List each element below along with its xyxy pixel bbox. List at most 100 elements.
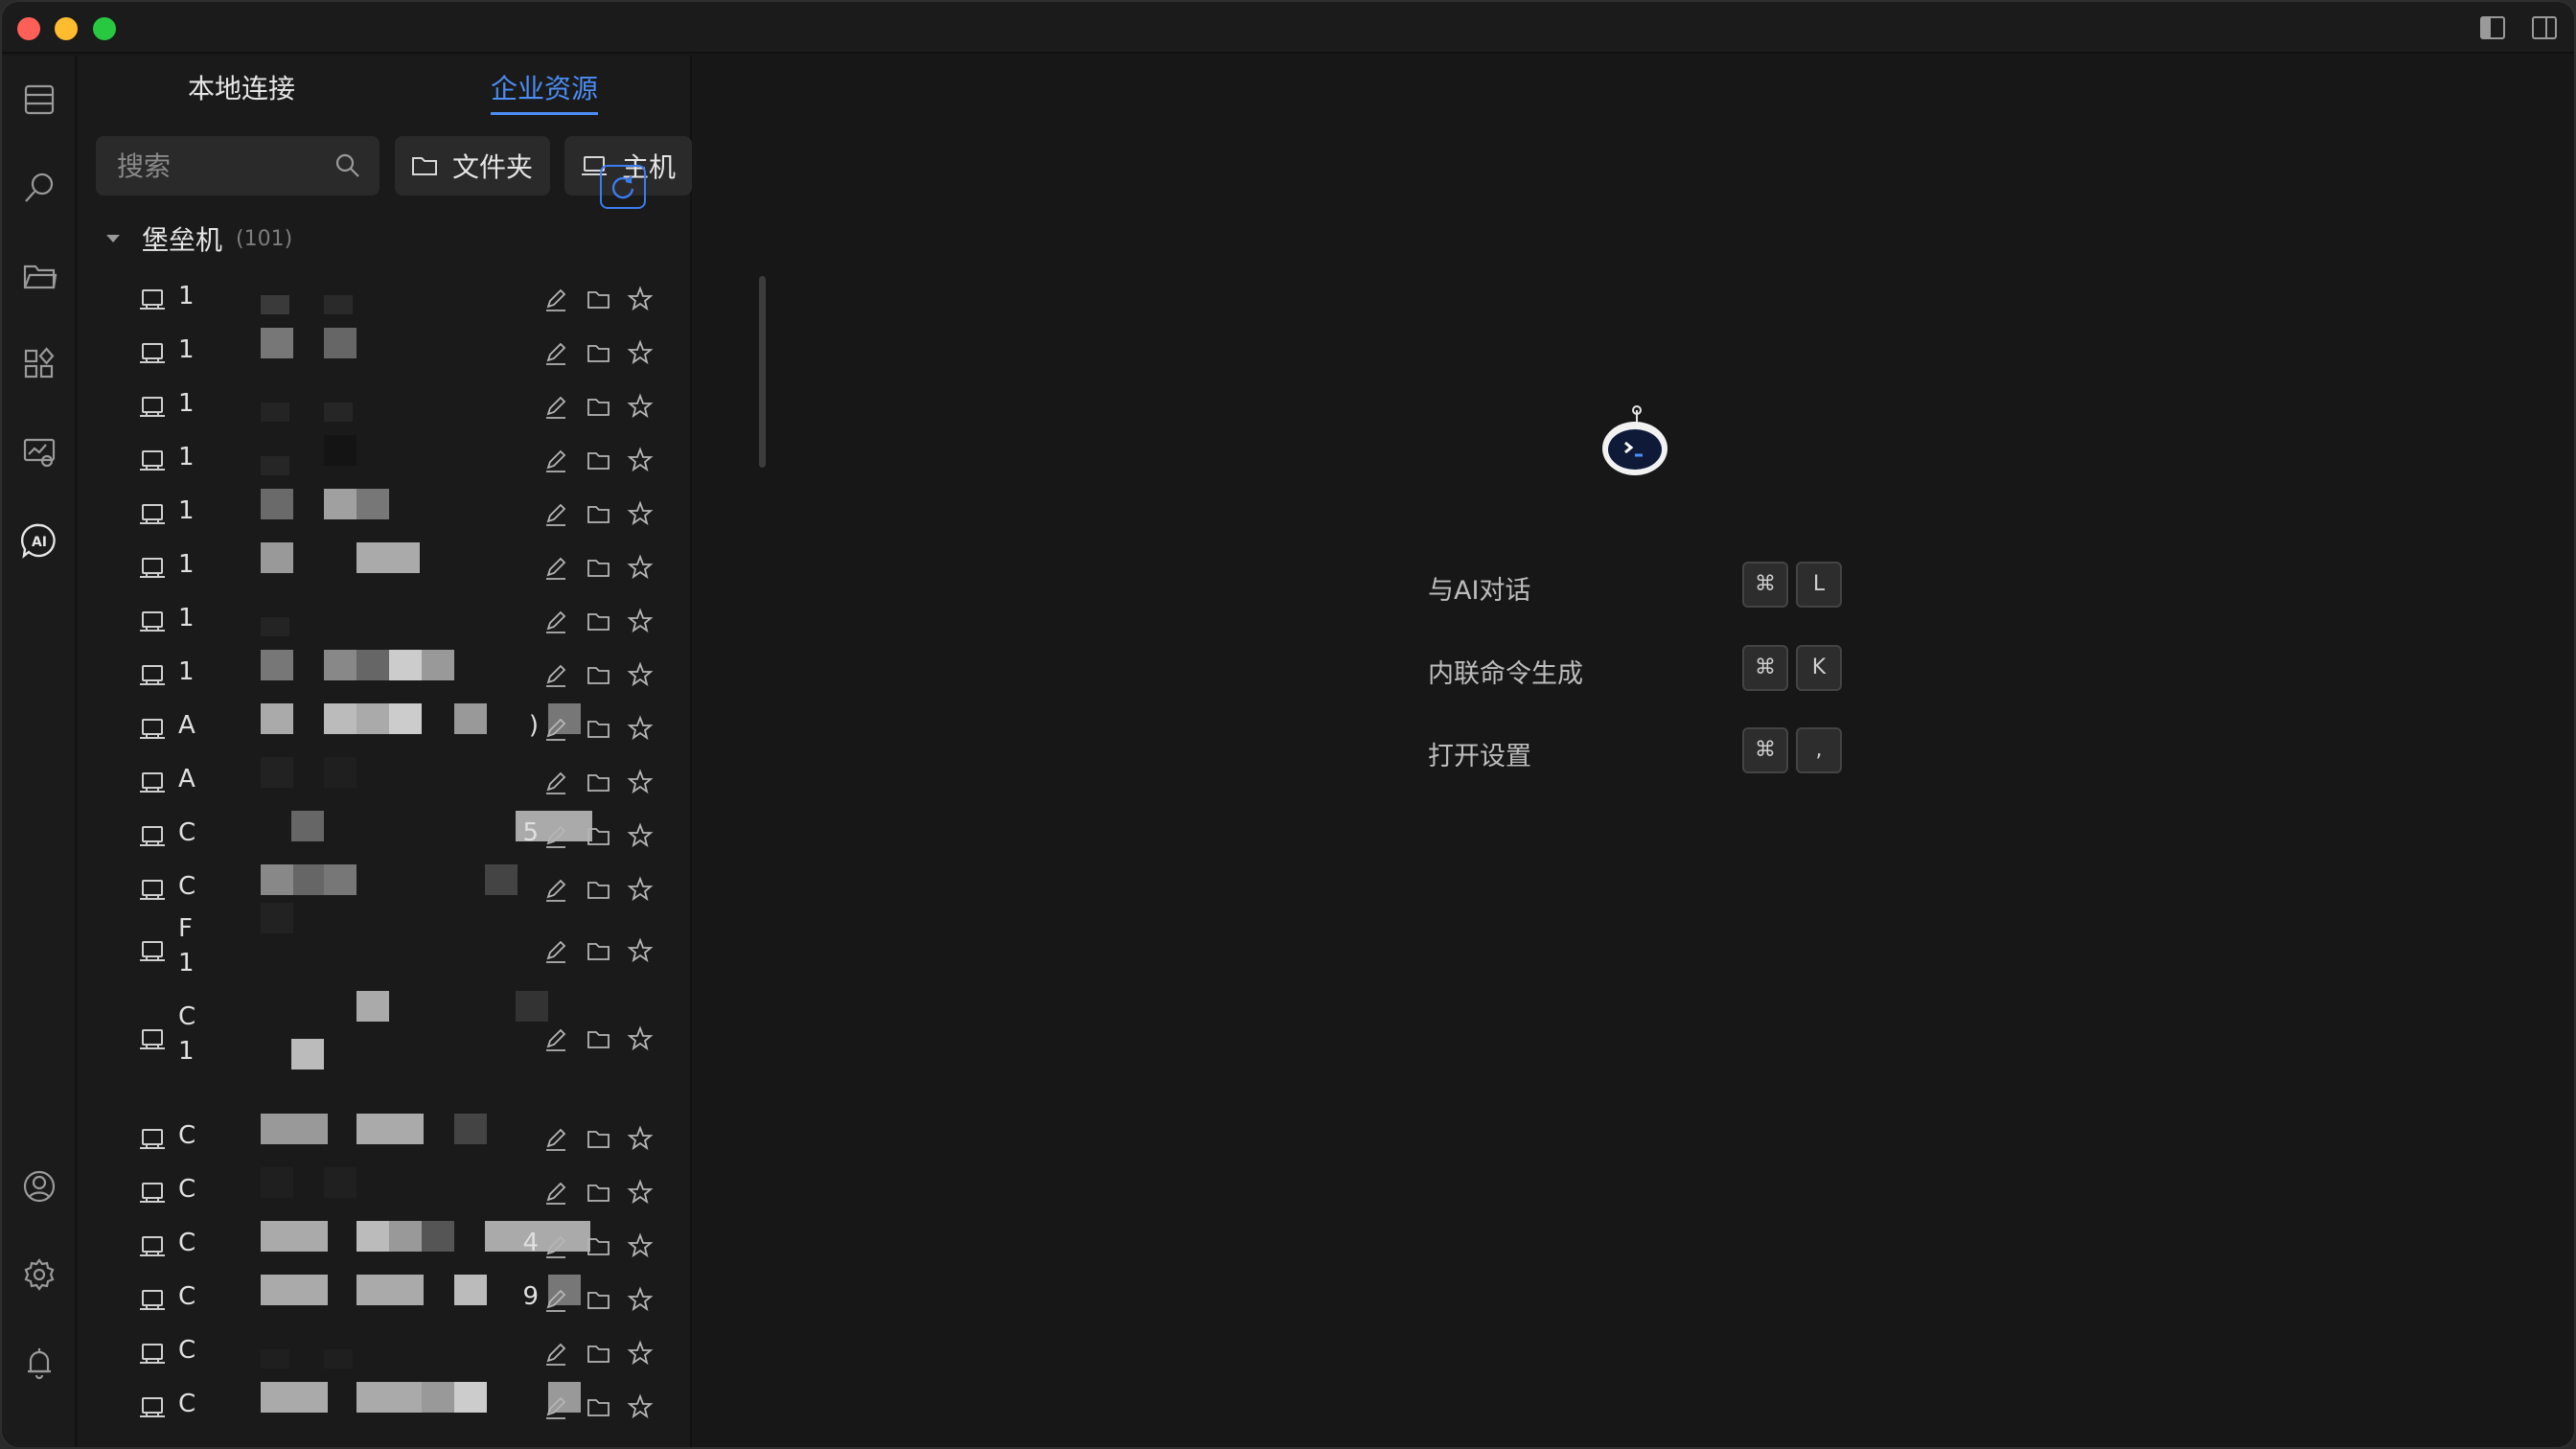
redaction-block bbox=[261, 1349, 289, 1368]
shortcut-label: 与AI对话 bbox=[1428, 576, 1531, 606]
favorite-star-icon[interactable] bbox=[627, 554, 654, 581]
edit-icon[interactable] bbox=[542, 339, 569, 366]
monitor-icon[interactable] bbox=[20, 433, 58, 472]
redaction-block bbox=[485, 864, 518, 895]
sidebar-left-icon[interactable] bbox=[2478, 13, 2507, 42]
favorite-star-icon[interactable] bbox=[627, 769, 654, 795]
edit-icon[interactable] bbox=[542, 286, 569, 312]
favorite-star-icon[interactable] bbox=[627, 876, 654, 903]
favorite-star-icon[interactable] bbox=[627, 1025, 654, 1052]
host-row[interactable]: C9 bbox=[79, 1275, 692, 1319]
move-to-folder-icon[interactable] bbox=[585, 447, 611, 473]
edit-icon[interactable] bbox=[542, 937, 569, 964]
edit-icon[interactable] bbox=[542, 715, 569, 742]
edit-icon[interactable] bbox=[542, 1286, 569, 1313]
apps-icon[interactable] bbox=[20, 345, 58, 383]
favorite-star-icon[interactable] bbox=[627, 1286, 654, 1313]
favorite-star-icon[interactable] bbox=[627, 447, 654, 473]
host-row[interactable]: C5 bbox=[79, 811, 692, 855]
shortcut-key: K bbox=[1796, 645, 1842, 691]
edit-icon[interactable] bbox=[542, 447, 569, 473]
host-row[interactable]: C bbox=[79, 1382, 692, 1426]
favorite-star-icon[interactable] bbox=[627, 608, 654, 634]
move-to-folder-icon[interactable] bbox=[585, 1340, 611, 1367]
move-to-folder-icon[interactable] bbox=[585, 286, 611, 312]
favorite-star-icon[interactable] bbox=[627, 937, 654, 964]
user-icon[interactable] bbox=[20, 1167, 58, 1206]
move-to-folder-icon[interactable] bbox=[585, 608, 611, 634]
move-to-folder-icon[interactable] bbox=[585, 500, 611, 527]
move-to-folder-icon[interactable] bbox=[585, 339, 611, 366]
host-row[interactable]: C1 bbox=[79, 991, 692, 1077]
move-to-folder-icon[interactable] bbox=[585, 937, 611, 964]
favorite-star-icon[interactable] bbox=[627, 393, 654, 420]
move-to-folder-icon[interactable] bbox=[585, 1179, 611, 1206]
ai-icon[interactable]: AI bbox=[20, 521, 58, 560]
favorite-star-icon[interactable] bbox=[627, 339, 654, 366]
edit-icon[interactable] bbox=[542, 1393, 569, 1420]
host-list-scrollbar[interactable] bbox=[759, 276, 766, 468]
host-row[interactable]: 1 bbox=[79, 435, 692, 479]
move-to-folder-icon[interactable] bbox=[585, 769, 611, 795]
edit-icon[interactable] bbox=[542, 393, 569, 420]
host-row[interactable]: 1 bbox=[79, 542, 692, 586]
favorite-star-icon[interactable] bbox=[627, 286, 654, 312]
host-row[interactable]: 1 bbox=[79, 328, 692, 372]
host-row[interactable]: A bbox=[79, 757, 692, 801]
host-row[interactable]: C bbox=[79, 1114, 692, 1158]
favorite-star-icon[interactable] bbox=[627, 1232, 654, 1259]
host-row[interactable]: 1 bbox=[79, 602, 692, 640]
move-to-folder-icon[interactable] bbox=[585, 1025, 611, 1052]
favorite-star-icon[interactable] bbox=[627, 1340, 654, 1367]
move-to-folder-icon[interactable] bbox=[585, 876, 611, 903]
host-row[interactable]: C bbox=[79, 1334, 692, 1372]
host-row[interactable]: 1 bbox=[79, 489, 692, 533]
redaction-block bbox=[454, 1275, 487, 1305]
sidebar-right-icon[interactable] bbox=[2530, 13, 2559, 42]
edit-icon[interactable] bbox=[542, 500, 569, 527]
move-to-folder-icon[interactable] bbox=[585, 393, 611, 420]
host-row[interactable]: 1 bbox=[79, 387, 692, 426]
refresh-button[interactable] bbox=[600, 165, 646, 209]
settings-icon[interactable] bbox=[20, 1255, 58, 1294]
move-to-folder-icon[interactable] bbox=[585, 822, 611, 849]
edit-icon[interactable] bbox=[542, 1340, 569, 1367]
folder-icon[interactable] bbox=[20, 257, 58, 295]
move-to-folder-icon[interactable] bbox=[585, 554, 611, 581]
move-to-folder-icon[interactable] bbox=[585, 1286, 611, 1313]
favorite-star-icon[interactable] bbox=[627, 1393, 654, 1420]
edit-icon[interactable] bbox=[542, 661, 569, 688]
minimize-window-button[interactable] bbox=[55, 17, 78, 40]
host-row[interactable]: A) bbox=[79, 703, 692, 748]
edit-icon[interactable] bbox=[542, 1125, 569, 1152]
edit-icon[interactable] bbox=[542, 876, 569, 903]
search-icon[interactable] bbox=[20, 169, 58, 207]
edit-icon[interactable] bbox=[542, 608, 569, 634]
close-window-button[interactable] bbox=[17, 17, 40, 40]
host-row[interactable]: 1 bbox=[79, 280, 692, 318]
favorite-star-icon[interactable] bbox=[627, 715, 654, 742]
host-row[interactable]: F1 bbox=[79, 903, 692, 989]
server-list-icon[interactable] bbox=[20, 80, 58, 119]
favorite-star-icon[interactable] bbox=[627, 822, 654, 849]
move-to-folder-icon[interactable] bbox=[585, 661, 611, 688]
edit-icon[interactable] bbox=[542, 554, 569, 581]
host-row[interactable]: 1 bbox=[79, 650, 692, 694]
favorite-star-icon[interactable] bbox=[627, 1125, 654, 1152]
edit-icon[interactable] bbox=[542, 1025, 569, 1052]
host-row[interactable]: C bbox=[79, 864, 692, 908]
host-row[interactable]: C bbox=[79, 1167, 692, 1211]
edit-icon[interactable] bbox=[542, 822, 569, 849]
host-row[interactable]: C4 bbox=[79, 1221, 692, 1265]
bell-icon[interactable] bbox=[20, 1344, 58, 1382]
edit-icon[interactable] bbox=[542, 1232, 569, 1259]
favorite-star-icon[interactable] bbox=[627, 1179, 654, 1206]
move-to-folder-icon[interactable] bbox=[585, 1125, 611, 1152]
edit-icon[interactable] bbox=[542, 1179, 569, 1206]
move-to-folder-icon[interactable] bbox=[585, 715, 611, 742]
move-to-folder-icon[interactable] bbox=[585, 1232, 611, 1259]
move-to-folder-icon[interactable] bbox=[585, 1393, 611, 1420]
favorite-star-icon[interactable] bbox=[627, 500, 654, 527]
edit-icon[interactable] bbox=[542, 769, 569, 795]
favorite-star-icon[interactable] bbox=[627, 661, 654, 688]
